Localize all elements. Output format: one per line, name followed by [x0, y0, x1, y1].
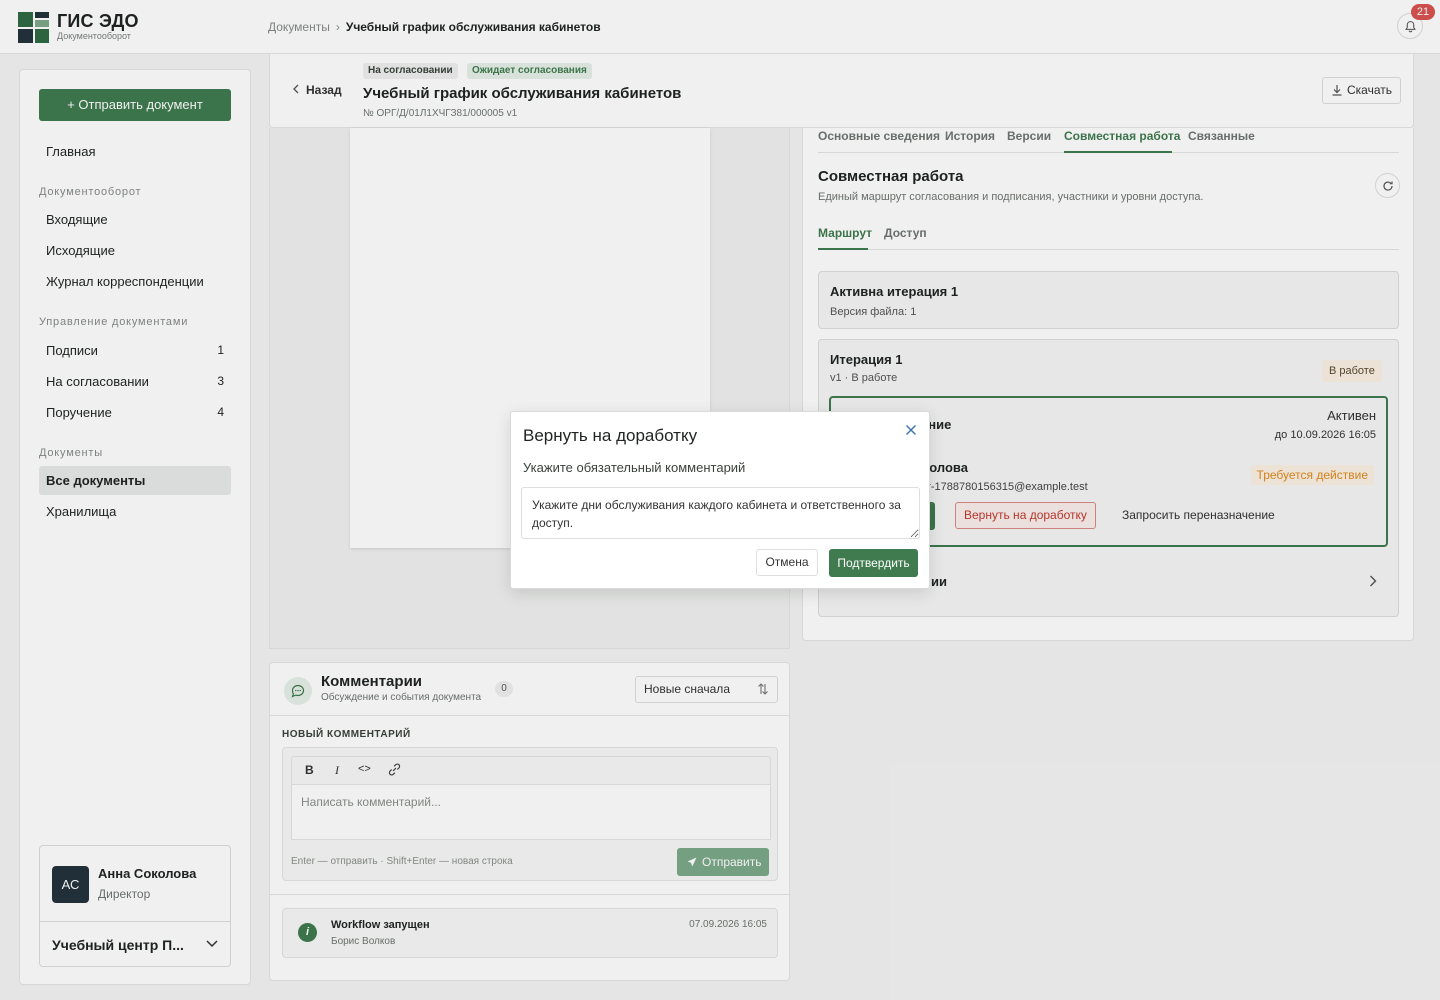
close-icon[interactable]: [903, 422, 919, 438]
comment-label: Укажите обязательный комментарий: [523, 460, 746, 475]
rework-comment-textarea[interactable]: Укажите дни обслуживания каждого кабинет…: [521, 487, 920, 539]
confirm-button[interactable]: Подтвердить: [829, 549, 918, 577]
cancel-button[interactable]: Отмена: [756, 549, 818, 576]
return-for-rework-dialog: Вернуть на доработку Укажите обязательны…: [510, 411, 930, 589]
dialog-title: Вернуть на доработку: [523, 426, 698, 445]
